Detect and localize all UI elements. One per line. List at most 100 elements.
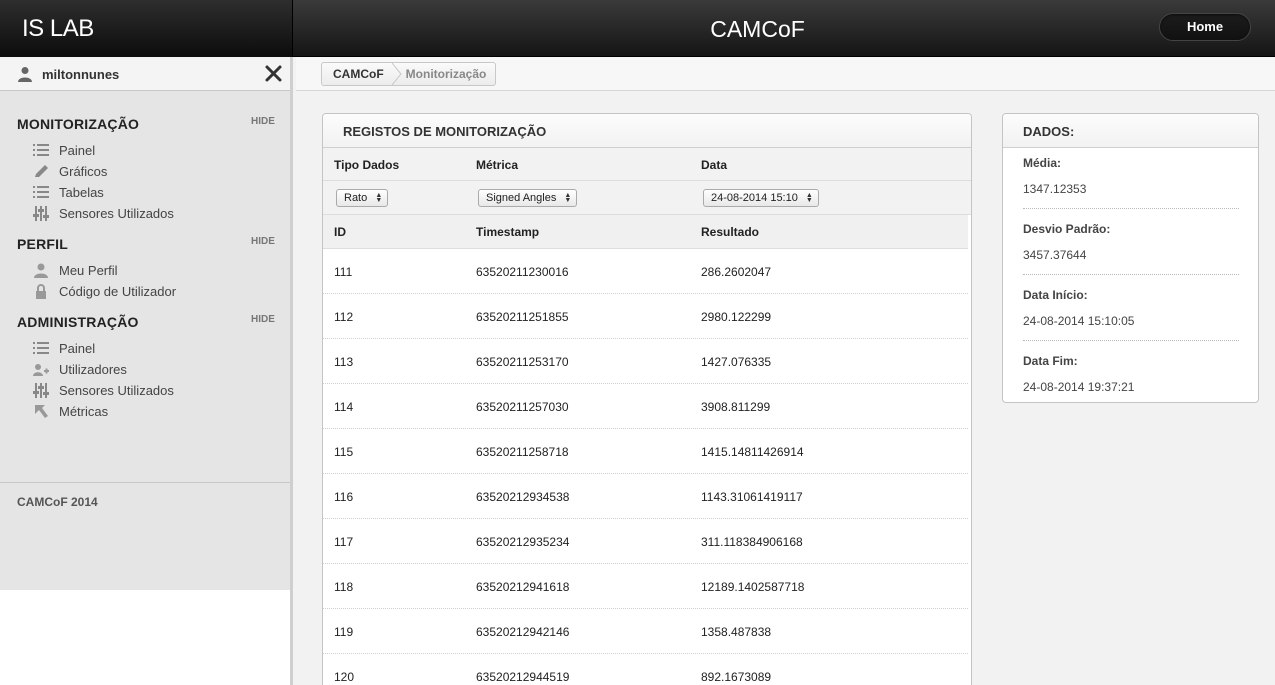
registos-header: REGISTOS DE MONITORIZAÇÃO xyxy=(323,114,971,148)
cell-timestamp: 63520211258718 xyxy=(476,445,569,459)
table-header-row: ID Timestamp Resultado xyxy=(323,215,968,249)
cell-resultado: 12189.1402587718 xyxy=(701,580,805,594)
sidebar-item-admin-painel[interactable]: Painel xyxy=(33,339,273,359)
column-header-timestamp[interactable]: Timestamp xyxy=(476,225,539,239)
stat-value: 24-08-2014 15:10:05 xyxy=(1023,314,1135,328)
stat-value: 3457.37644 xyxy=(1023,248,1087,262)
pencil-icon xyxy=(35,165,48,177)
filters-row: Rato ▲ ▼ Signed Angles ▲ ▼ 24-08-2014 15:1… xyxy=(323,181,971,215)
cell-timestamp: 63520211251855 xyxy=(476,310,569,324)
stat-divider xyxy=(1023,340,1239,341)
breadcrumb-item-monitorizacao: Monitorização xyxy=(405,67,487,81)
select-arrows-icon: ▲ ▼ xyxy=(375,192,383,204)
sidebar-item-label: Métricas xyxy=(59,404,109,419)
cursor-icon xyxy=(35,405,48,418)
sidebar-divider xyxy=(0,482,290,483)
breadcrumb: CAMCoF Monitorização xyxy=(321,62,497,86)
dados-title: DADOS: xyxy=(1023,124,1075,139)
sidebar-item-sensores[interactable]: Sensores Utilizados xyxy=(33,204,273,224)
stat-data-fim: Data Fim: 24-08-2014 19:37:21 xyxy=(1023,346,1239,402)
filter-labels-row: Tipo Dados Métrica Data xyxy=(323,148,971,181)
data-select[interactable]: 24-08-2014 15:10 ▲ ▼ xyxy=(703,189,819,207)
stat-divider xyxy=(1023,208,1239,209)
table-body: 111 63520211230016 286.2602047 112 63520211… xyxy=(323,249,971,685)
cell-timestamp: 63520211230016 xyxy=(476,265,569,279)
table-row: 118 63520212941618 12189.1402587718 xyxy=(323,564,968,609)
stat-label: Desvio Padrão: xyxy=(1023,222,1111,236)
cell-resultado: 892.1673089 xyxy=(701,670,772,684)
sidebar-item-graficos[interactable]: Gráficos xyxy=(33,162,273,182)
registos-title: REGISTOS DE MONITORIZAÇÃO xyxy=(343,124,547,139)
hide-perfil-link[interactable]: HIDE xyxy=(251,236,275,247)
sidebar-item-admin-sensores[interactable]: Sensores Utilizados xyxy=(33,381,273,401)
dados-header: DADOS: xyxy=(1003,114,1258,148)
cell-id: 115 xyxy=(334,445,354,459)
stat-label: Data Fim: xyxy=(1023,354,1078,368)
cell-resultado: 286.2602047 xyxy=(701,265,772,279)
tipo-dados-select[interactable]: Rato ▲ ▼ xyxy=(336,189,389,207)
stat-value: 24-08-2014 19:37:21 xyxy=(1023,380,1135,394)
breadcrumb-bar: CAMCoF Monitorização xyxy=(296,57,1275,91)
select-arrows-icon: ▲ ▼ xyxy=(564,192,572,204)
cell-resultado: 3908.811299 xyxy=(701,400,771,414)
table-row: 116 63520212934538 1143.31061419117 xyxy=(323,474,968,519)
cell-resultado: 1427.076335 xyxy=(701,355,772,369)
sidebar-footer: CAMCoF 2014 xyxy=(17,495,98,509)
table-row: 114 63520211257030 3908.811299 xyxy=(323,384,968,429)
table-row: 111 63520211230016 286.2602047 xyxy=(323,249,968,294)
user-icon xyxy=(34,263,48,278)
sidebar-item-meu-perfil[interactable]: Meu Perfil xyxy=(33,261,273,281)
home-button[interactable]: Home xyxy=(1159,13,1251,41)
stat-data-inicio: Data Início: 24-08-2014 15:10:05 xyxy=(1023,280,1239,346)
table-row: 115 63520211258718 1415.14811426914 xyxy=(323,429,968,474)
cell-resultado: 1143.31061419117 xyxy=(701,490,803,504)
hide-monitorizacao-link[interactable]: HIDE xyxy=(251,116,275,127)
sidebar-item-label: Gráficos xyxy=(59,164,108,179)
sidebar-item-painel[interactable]: Painel xyxy=(33,141,273,161)
cell-resultado: 1415.14811426914 xyxy=(701,445,804,459)
cell-id: 119 xyxy=(334,625,354,639)
close-icon[interactable] xyxy=(264,64,283,83)
cell-id: 111 xyxy=(334,265,353,279)
filter-label-metrica: Métrica xyxy=(476,158,519,172)
select-arrows-icon: ▲ ▼ xyxy=(805,192,813,204)
users-icon xyxy=(33,364,49,376)
stat-desvio-padrao: Desvio Padrão: 3457.37644 xyxy=(1023,214,1239,280)
sidebar-item-label: Painel xyxy=(59,341,96,356)
cell-timestamp: 63520211253170 xyxy=(476,355,569,369)
hide-administracao-link[interactable]: HIDE xyxy=(251,314,275,325)
metrica-value: Signed Angles xyxy=(486,192,557,204)
stat-value: 1347.12353 xyxy=(1023,182,1087,196)
sidebar-nav: miltonnunes MONITORIZAÇÃO HIDE Painel Gr… xyxy=(0,57,290,590)
column-header-resultado[interactable]: Resultado xyxy=(701,225,759,239)
cell-timestamp: 63520212942146 xyxy=(476,625,570,639)
cell-resultado: 1358.487838 xyxy=(701,625,772,639)
table-row: 119 63520212942146 1358.487838 xyxy=(323,609,968,654)
stat-media: Média: 1347.12353 xyxy=(1023,148,1239,214)
sliders-icon xyxy=(33,206,49,221)
column-header-id[interactable]: ID xyxy=(334,225,346,239)
metrica-select[interactable]: Signed Angles ▲ ▼ xyxy=(478,189,578,207)
sidebar-item-utilizadores[interactable]: Utilizadores xyxy=(33,360,273,380)
cell-id: 118 xyxy=(334,580,354,594)
sidebar-item-label: Painel xyxy=(59,143,96,158)
table-row: 113 63520211253170 1427.076335 xyxy=(323,339,968,384)
sidebar-item-label: Tabelas xyxy=(59,185,104,200)
breadcrumb-item-camcof[interactable]: CAMCoF xyxy=(322,67,392,81)
sidebar-item-codigo[interactable]: Código de Utilizador xyxy=(33,282,273,302)
sidebar-item-label: Meu Perfil xyxy=(59,263,118,278)
cell-timestamp: 63520212944519 xyxy=(476,670,570,684)
cell-id: 112 xyxy=(334,310,354,324)
cell-id: 114 xyxy=(334,400,354,414)
table-row: 117 63520212935234 311.118384906168 xyxy=(323,519,968,564)
top-bar: IS LAB CAMCoF Home xyxy=(0,0,1275,57)
filter-label-data: Data xyxy=(701,158,728,172)
dados-panel: DADOS: Média: 1347.12353 Desvio Padrão: … xyxy=(1002,113,1259,403)
cell-id: 117 xyxy=(334,535,354,549)
sidebar-item-tabelas[interactable]: Tabelas xyxy=(33,183,273,203)
username[interactable]: miltonnunes xyxy=(42,67,119,82)
app-title: CAMCoF xyxy=(710,16,805,42)
list-icon xyxy=(33,342,49,354)
sidebar-item-metricas[interactable]: Métricas xyxy=(33,402,273,422)
user-bar: miltonnunes xyxy=(0,57,290,91)
